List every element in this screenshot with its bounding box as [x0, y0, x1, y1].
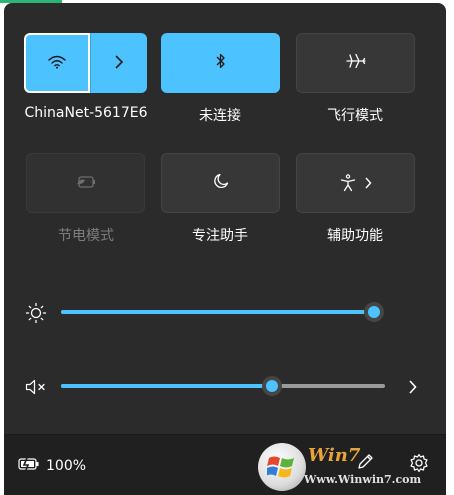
volume-slider-thumb[interactable]: [261, 376, 282, 396]
focus-assist-label: 专注助手: [192, 228, 248, 244]
volume-slider[interactable]: [61, 376, 385, 396]
wifi-toggle-button[interactable]: [24, 33, 90, 93]
airplane-label: 飞行模式: [327, 108, 383, 124]
battery-saver-button[interactable]: [26, 153, 145, 213]
airplane-mode-button[interactable]: [296, 33, 415, 93]
chevron-right-icon: [114, 54, 124, 73]
battery-charging-icon: [18, 457, 40, 475]
bluetooth-icon: [215, 53, 227, 73]
focus-assist-button[interactable]: [161, 153, 280, 213]
watermark-logo-text: Win7: [308, 445, 361, 466]
bluetooth-toggle-button[interactable]: [161, 33, 280, 93]
accessibility-label: 辅助功能: [327, 228, 383, 244]
volume-slider-fill: [61, 384, 272, 388]
pencil-icon[interactable]: [356, 453, 374, 475]
quick-settings-panel: ChinaNet-5617E6 未连接 飞行模式 节电模式 专注助手 辅助功能 …: [4, 3, 446, 495]
brightness-icon: [24, 301, 48, 325]
airplane-icon: [345, 53, 366, 73]
battery-saver-icon: [75, 174, 97, 193]
audio-output-chevron-icon[interactable]: [402, 375, 422, 399]
quick-settings-footer: 100% Win7 Www.Winwin7.com: [4, 434, 446, 495]
accessibility-button[interactable]: [296, 153, 415, 213]
chevron-right-icon: [364, 177, 371, 189]
wifi-icon: [48, 54, 66, 73]
brightness-slider[interactable]: [61, 302, 384, 322]
moon-icon: [213, 173, 229, 193]
gear-icon[interactable]: [409, 453, 429, 477]
windows-logo-icon: [258, 443, 306, 491]
volume-muted-icon[interactable]: [24, 375, 48, 399]
brightness-slider-thumb[interactable]: [364, 302, 384, 322]
accessibility-icon: [340, 174, 372, 192]
bluetooth-label: 未连接: [199, 108, 241, 124]
wifi-label: ChinaNet-5617E6: [24, 105, 148, 121]
wifi-networks-button[interactable]: [90, 33, 147, 93]
battery-percent: 100%: [46, 458, 87, 474]
battery-saver-label: 节电模式: [58, 228, 114, 244]
brightness-slider-fill: [61, 310, 374, 314]
battery-status[interactable]: 100%: [18, 457, 86, 475]
